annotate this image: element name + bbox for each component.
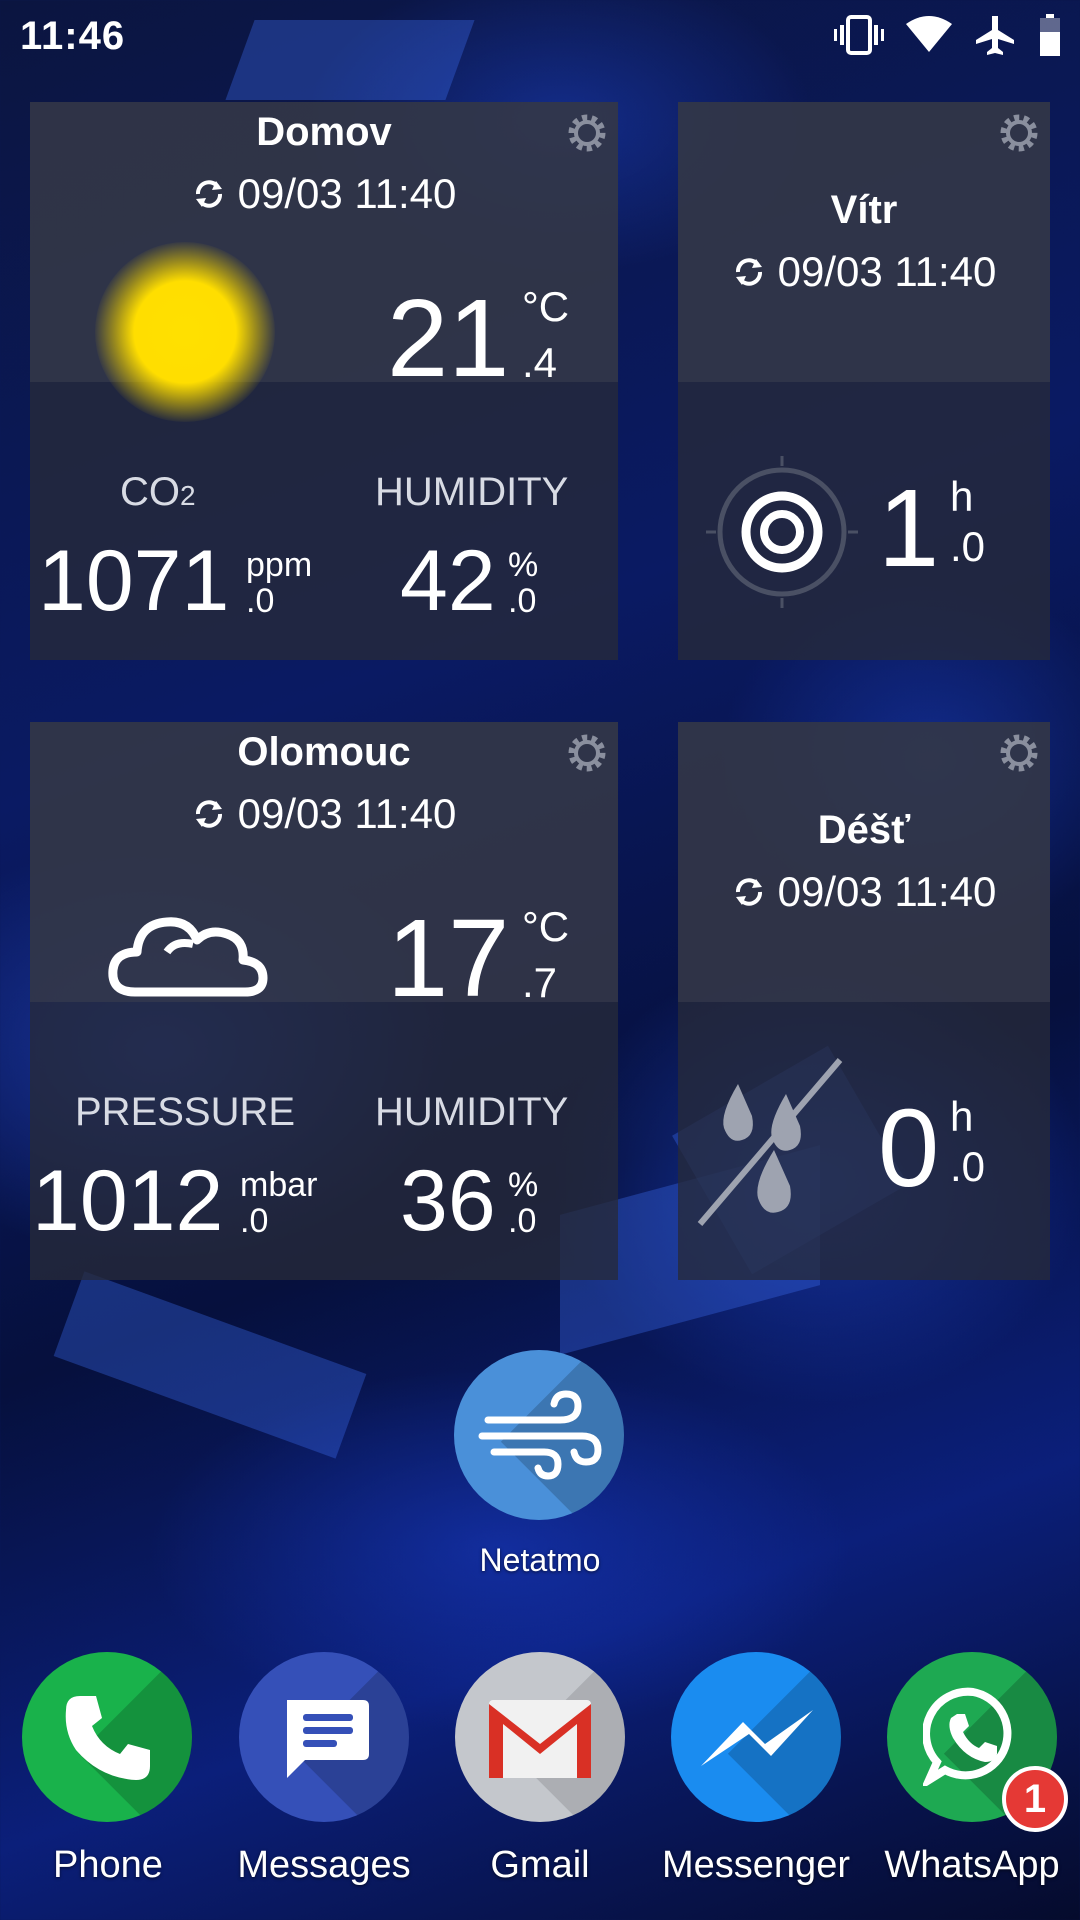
co2-unit: ppm	[246, 546, 313, 584]
netatmo-widget-domov[interactable]: Domov 09/03 11:40 21 °C .4 CO2 1071 ppm …	[30, 102, 618, 660]
temperature-decimal: .7	[522, 959, 558, 1006]
status-clock: 11:46	[20, 14, 126, 58]
humidity-value: 42	[400, 533, 496, 629]
notification-badge: 1	[1002, 1766, 1068, 1832]
phone-app-icon[interactable]	[22, 1652, 192, 1822]
messages-app-label: Messages	[237, 1844, 411, 1886]
refresh-icon	[195, 180, 222, 208]
wifi-icon	[906, 16, 952, 52]
message-bubble-icon	[287, 1700, 369, 1778]
refresh-icon	[195, 800, 222, 828]
gear-icon[interactable]	[996, 730, 1042, 776]
dock-app-phone[interactable]: Phone	[10, 1648, 206, 1908]
phone-app-label: Phone	[53, 1844, 163, 1886]
netatmo-widget-vitr[interactable]: Vítr 09/03 11:40 1 h .0	[678, 102, 1050, 660]
pressure-label: PRESSURE	[75, 1090, 296, 1134]
widget-header-bg	[678, 722, 1050, 1002]
gmail-app-icon[interactable]	[455, 1652, 625, 1822]
humidity-unit: %	[508, 546, 539, 584]
netatmo-widget-olomouc[interactable]: Olomouc 09/03 11:40 17 °C .7 PRESSURE 10…	[30, 722, 618, 1280]
co2-label: CO2	[120, 470, 196, 514]
dock: Phone Messages Gmail Messenger 1 WhatsAp…	[0, 1648, 1080, 1920]
messenger-app-label: Messenger	[662, 1844, 850, 1886]
refresh-icon	[735, 258, 762, 286]
netatmo-app-label: Netatmo	[479, 1542, 601, 1578]
temperature-value: 21	[387, 277, 510, 400]
pressure-unit: mbar	[240, 1166, 318, 1204]
humidity-label: HUMIDITY	[375, 1090, 569, 1134]
wind-icon	[478, 1390, 602, 1480]
pressure-value: 1012	[32, 1153, 224, 1249]
messages-app-icon[interactable]	[239, 1652, 409, 1822]
dock-app-whatsapp[interactable]: 1 WhatsApp	[874, 1648, 1070, 1908]
humidity-label: HUMIDITY	[375, 470, 569, 514]
updated-timestamp: 09/03 11:40	[777, 248, 997, 295]
gmail-app-label: Gmail	[490, 1844, 590, 1886]
airplane-mode-icon	[976, 16, 1014, 55]
dock-app-messages[interactable]: Messages	[226, 1648, 422, 1908]
dock-app-gmail[interactable]: Gmail	[442, 1648, 638, 1908]
messenger-bolt-icon	[701, 1710, 813, 1766]
humidity-decimal: .0	[508, 1202, 537, 1240]
whatsapp-icon	[923, 1687, 1012, 1786]
wallpaper-shard	[53, 1271, 367, 1459]
rain-decimal: .0	[950, 1143, 986, 1190]
humidity-value: 36	[400, 1153, 496, 1249]
widget-updated-time: 09/03 11:40	[678, 868, 1050, 916]
updated-timestamp: 09/03 11:40	[237, 170, 457, 217]
widget-title: Vítr	[830, 188, 898, 232]
widget-updated-time: 09/03 11:40	[30, 790, 618, 838]
widget-title: Domov	[256, 110, 392, 154]
sun-icon	[95, 242, 275, 422]
wind-gauge-icon	[706, 456, 858, 608]
no-rain-icon	[697, 1058, 843, 1226]
co2-value: 1071	[38, 533, 230, 629]
humidity-decimal: .0	[508, 582, 537, 620]
refresh-icon	[735, 878, 762, 906]
whatsapp-app-label: WhatsApp	[884, 1844, 1060, 1886]
battery-icon	[1040, 14, 1060, 56]
dock-app-messenger[interactable]: Messenger	[658, 1648, 854, 1908]
widget-updated-time: 09/03 11:40	[30, 170, 618, 218]
gear-icon[interactable]	[996, 110, 1042, 156]
wind-decimal: .0	[950, 523, 986, 570]
rain-unit: h	[950, 1093, 974, 1140]
humidity-unit: %	[508, 1166, 539, 1204]
netatmo-app-shortcut[interactable]: Netatmo	[440, 1350, 640, 1590]
messenger-app-icon[interactable]	[671, 1652, 841, 1822]
widget-title: Déšť	[817, 808, 911, 852]
updated-timestamp: 09/03 11:40	[777, 868, 997, 915]
cloud-icon	[108, 917, 268, 997]
widget-header-bg	[678, 102, 1050, 382]
co2-decimal: .0	[246, 582, 275, 620]
temperature-unit: °C	[522, 283, 570, 330]
temperature-unit: °C	[522, 903, 570, 950]
rain-value: 0	[878, 1087, 940, 1210]
status-bar: 11:46	[0, 0, 1080, 72]
wind-value: 1	[878, 467, 940, 590]
widget-updated-time: 09/03 11:40	[678, 248, 1050, 296]
wind-unit: h	[950, 473, 974, 520]
temperature-value: 17	[387, 897, 510, 1020]
gmail-envelope-icon	[489, 1700, 591, 1778]
netatmo-widget-dest[interactable]: Déšť 09/03 11:40 0 h .0	[678, 722, 1050, 1280]
pressure-decimal: .0	[240, 1202, 269, 1240]
phone-icon	[65, 1696, 150, 1780]
updated-timestamp: 09/03 11:40	[237, 790, 457, 837]
widget-title: Olomouc	[237, 730, 411, 774]
vibrate-icon	[834, 15, 884, 55]
temperature-decimal: .4	[522, 339, 558, 386]
netatmo-app-icon[interactable]	[454, 1350, 624, 1520]
